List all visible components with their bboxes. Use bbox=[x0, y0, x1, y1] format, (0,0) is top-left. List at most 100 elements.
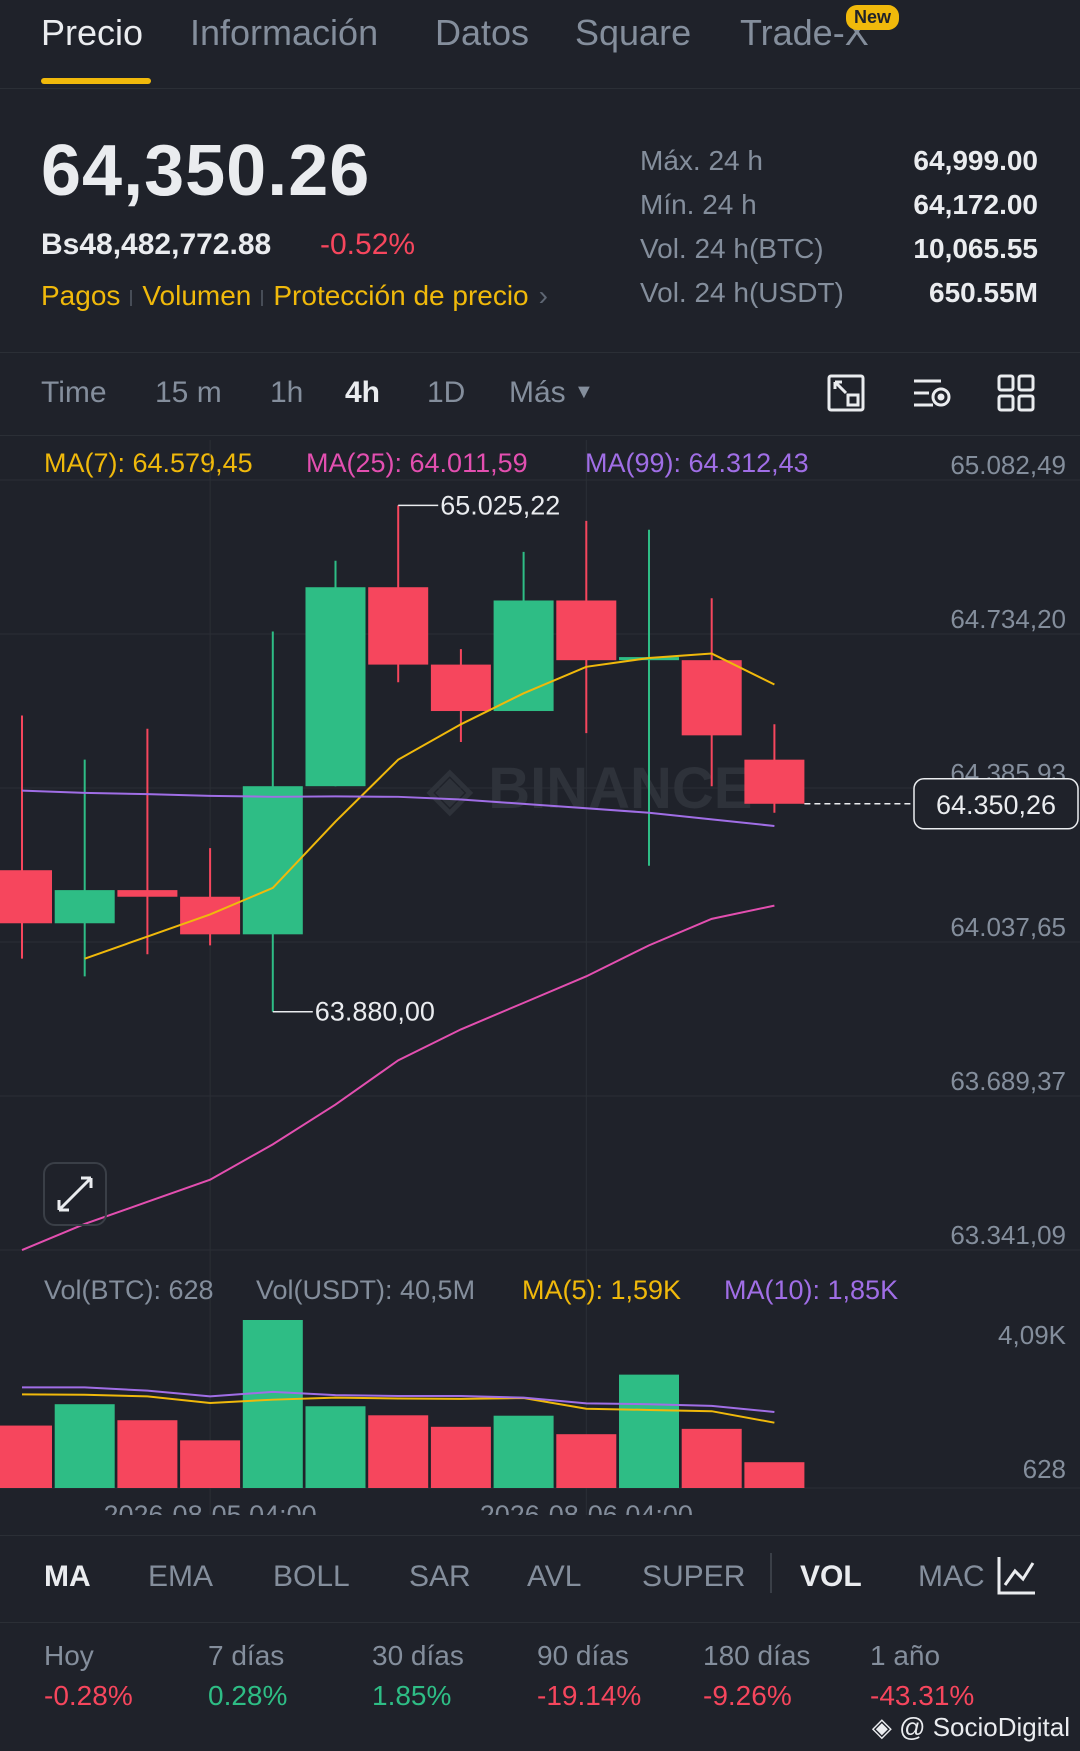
performance-label: 1 año bbox=[870, 1640, 941, 1671]
indicator-ema[interactable]: EMA bbox=[148, 1560, 213, 1594]
stat-label-low: Mín. 24 h bbox=[640, 189, 757, 220]
volume-bar bbox=[0, 1425, 52, 1488]
ma25-line bbox=[21, 904, 775, 1251]
interval-mas-label: Más bbox=[509, 376, 566, 409]
binance-watermark: ◈ BINANCE bbox=[426, 756, 753, 821]
performance-value: -19.14% bbox=[537, 1680, 642, 1711]
interval-time[interactable]: Time bbox=[41, 376, 107, 410]
volume-bar bbox=[305, 1406, 366, 1488]
candle-body bbox=[180, 896, 241, 935]
link-volumen[interactable]: Volumen bbox=[142, 280, 251, 311]
vol-usdt-legend: Vol(USDT): 40,5M bbox=[256, 1275, 476, 1305]
price-links: Pagos Volumen Protección de precio › bbox=[41, 280, 548, 312]
tab-informacion[interactable]: Información bbox=[190, 12, 378, 54]
candle-body bbox=[681, 660, 742, 736]
x-axis-label: 2026-08-06 04:00 bbox=[480, 1500, 693, 1515]
chart-settings-icon[interactable] bbox=[826, 373, 866, 413]
link-separator bbox=[130, 289, 133, 306]
tab-datos[interactable]: Datos bbox=[435, 12, 529, 54]
diamond-logo-icon: ◈ bbox=[871, 1712, 892, 1742]
volume-bar bbox=[117, 1420, 178, 1488]
indicator-vol[interactable]: VOL bbox=[800, 1560, 862, 1594]
fiat-price: Bs48,482,772.88 bbox=[41, 228, 272, 261]
indicator-chart-icon[interactable] bbox=[995, 1553, 1039, 1597]
candlestick-chart[interactable]: ◈ BINANCE65.082,4964.734,2064.385,9364.0… bbox=[0, 440, 1080, 1515]
interval-15m[interactable]: 15 m bbox=[155, 376, 222, 410]
performance-value: 1.85% bbox=[372, 1680, 452, 1711]
divider bbox=[0, 1535, 1080, 1536]
last-price-label: 64.350,26 bbox=[936, 790, 1056, 820]
indicator-sar[interactable]: SAR bbox=[409, 1560, 471, 1594]
indicator-separator bbox=[770, 1553, 772, 1593]
performance-value: -43.31% bbox=[870, 1680, 975, 1711]
interval-mas[interactable]: Más ▼ bbox=[509, 376, 594, 410]
chevron-right-icon[interactable]: › bbox=[539, 280, 548, 311]
candle-body bbox=[305, 587, 366, 787]
top-tab-bar: Precio Información Datos Square Trade-X … bbox=[0, 0, 1080, 89]
performance-value: -0.28% bbox=[44, 1680, 133, 1711]
volume-bar bbox=[556, 1434, 617, 1488]
interval-1d[interactable]: 1D bbox=[427, 376, 465, 410]
candle-body bbox=[556, 600, 617, 661]
volume-bar bbox=[430, 1426, 491, 1488]
interval-1h[interactable]: 1h bbox=[270, 376, 303, 410]
caret-down-icon: ▼ bbox=[574, 381, 594, 403]
indicator-ma[interactable]: MA bbox=[44, 1560, 91, 1594]
price-change: -0.52% bbox=[320, 228, 416, 261]
performance-value: 0.28% bbox=[208, 1680, 288, 1711]
candle-body bbox=[368, 587, 429, 665]
volume-bar bbox=[54, 1404, 115, 1488]
fullscreen-button[interactable] bbox=[43, 1162, 107, 1226]
high-marker-label: 65.025,22 bbox=[440, 490, 560, 520]
stat-value-high: 64,999.00 bbox=[913, 145, 1038, 176]
price-tick-label: 64.734,20 bbox=[950, 604, 1066, 634]
link-pagos[interactable]: Pagos bbox=[41, 280, 120, 311]
volume-bar bbox=[180, 1440, 241, 1488]
last-price: 64,350.26 bbox=[41, 131, 371, 211]
stat-value-low: 64,172.00 bbox=[913, 189, 1038, 220]
performance-label: 180 días bbox=[703, 1640, 811, 1671]
volume-bar bbox=[681, 1428, 742, 1488]
volume-bar bbox=[368, 1415, 429, 1488]
price-tick-label: 63.341,09 bbox=[950, 1220, 1066, 1250]
tab-precio[interactable]: Precio bbox=[41, 12, 143, 54]
new-badge: New bbox=[846, 5, 900, 30]
volume-tick-label: 4,09K bbox=[998, 1320, 1067, 1350]
stat-value-vol-usdt: 650.55M bbox=[929, 277, 1038, 308]
candle-body bbox=[430, 664, 491, 712]
performance-label: 7 días bbox=[208, 1640, 285, 1671]
volume-tick-label: 628 bbox=[1023, 1454, 1066, 1484]
active-tab-indicator bbox=[41, 78, 151, 84]
layout-grid-icon[interactable] bbox=[996, 373, 1036, 413]
link-proteccion-precio[interactable]: Protección de precio bbox=[273, 280, 528, 311]
credit-watermark: ◈ @ SocioDigital bbox=[872, 1712, 1070, 1743]
tab-square[interactable]: Square bbox=[575, 12, 691, 54]
interval-4h[interactable]: 4h bbox=[345, 376, 380, 410]
price-tick-label: 63.689,37 bbox=[950, 1066, 1066, 1096]
indicator-super[interactable]: SUPER bbox=[642, 1560, 745, 1594]
volume-bar bbox=[619, 1374, 679, 1488]
price-tick-label: 65.082,49 bbox=[950, 450, 1066, 480]
indicator-settings-icon[interactable] bbox=[911, 373, 953, 413]
divider bbox=[0, 435, 1080, 436]
candle-body bbox=[744, 759, 805, 804]
x-axis-label: 2026-08-05 04:00 bbox=[104, 1500, 317, 1515]
divider bbox=[0, 1622, 1080, 1623]
performance-label: 30 días bbox=[372, 1640, 464, 1671]
credit-text: @ SocioDigital bbox=[899, 1712, 1070, 1742]
vol-ma10-legend: MA(10): 1,85K bbox=[724, 1275, 899, 1305]
performance-label: Hoy bbox=[44, 1640, 94, 1671]
candle-body bbox=[242, 786, 303, 935]
indicator-mac[interactable]: MAC bbox=[918, 1560, 985, 1594]
stat-value-vol-btc: 10,065.55 bbox=[913, 233, 1038, 264]
candle-body bbox=[117, 890, 178, 897]
candle-body bbox=[0, 870, 52, 924]
stat-label-vol-usdt: Vol. 24 h(USDT) bbox=[640, 277, 844, 308]
stat-label-high: Máx. 24 h bbox=[640, 145, 763, 176]
indicator-avl[interactable]: AVL bbox=[527, 1560, 581, 1594]
volume-bar bbox=[242, 1320, 303, 1488]
divider bbox=[0, 352, 1080, 353]
indicator-boll[interactable]: BOLL bbox=[273, 1560, 350, 1594]
stat-label-vol-btc: Vol. 24 h(BTC) bbox=[640, 233, 824, 264]
vol-btc-legend: Vol(BTC): 628 bbox=[44, 1275, 214, 1305]
